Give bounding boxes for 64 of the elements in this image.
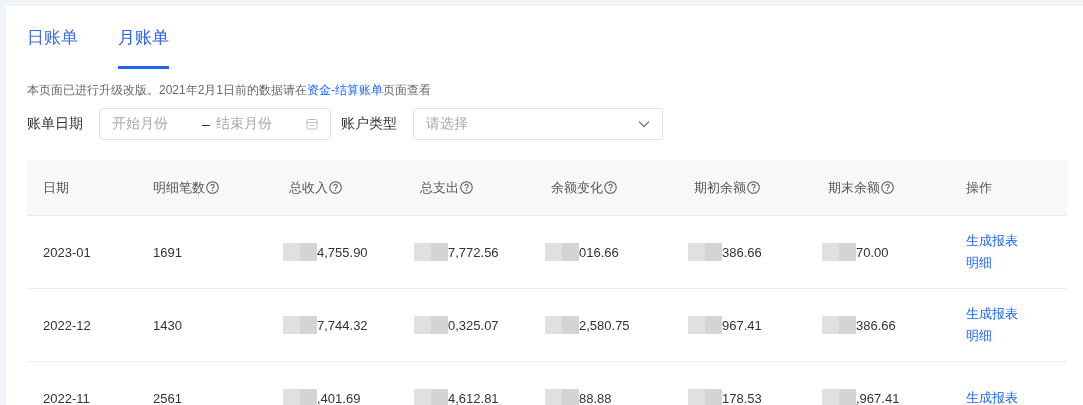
action-link[interactable]: 生成报表 bbox=[966, 387, 1018, 405]
action-link[interactable]: 明细 bbox=[966, 252, 992, 274]
table-cell: 2023-01 bbox=[43, 244, 91, 260]
link[interactable]: 资金-结算账单 bbox=[307, 83, 384, 97]
redaction-block bbox=[688, 389, 722, 405]
column-header: 总收入 bbox=[289, 178, 328, 197]
column-header: 总支出 bbox=[420, 178, 459, 197]
tab[interactable]: 日账单 bbox=[27, 26, 78, 69]
redaction-block bbox=[283, 389, 317, 405]
table-cell: 2022-11 bbox=[43, 390, 90, 405]
help-icon[interactable] bbox=[604, 181, 617, 194]
notice-text: 本页面已进行升级改版。2021年2月1日前的数据请在资金-结算账单页面查看 bbox=[27, 82, 433, 99]
redaction-block bbox=[822, 316, 856, 334]
table-cell: 2561 bbox=[153, 390, 182, 405]
redaction-block bbox=[688, 316, 722, 334]
column-header: 期初余额 bbox=[694, 178, 746, 197]
redaction-block bbox=[545, 316, 579, 334]
table-cell: 2022-12 bbox=[43, 317, 91, 333]
table-cell: 386.66 bbox=[722, 244, 762, 260]
tab[interactable]: 月账单 bbox=[118, 26, 169, 69]
chevron-down-icon bbox=[638, 120, 650, 128]
help-icon[interactable] bbox=[881, 181, 894, 194]
column-header: 期末余额 bbox=[828, 178, 880, 197]
help-icon[interactable] bbox=[329, 181, 342, 194]
table-cell: 7,744.32 bbox=[317, 317, 368, 333]
help-icon[interactable] bbox=[206, 181, 219, 194]
table-cell: ,401.69 bbox=[317, 390, 361, 405]
table-cell: 1430 bbox=[153, 317, 182, 333]
field-label: 账单日期 bbox=[27, 115, 83, 133]
action-link[interactable]: 明细 bbox=[966, 325, 992, 347]
redaction-block bbox=[414, 243, 448, 261]
redaction-block bbox=[688, 243, 722, 261]
field-label: 账户类型 bbox=[341, 115, 397, 133]
table-cell: 70.00 bbox=[856, 244, 889, 260]
redaction-block bbox=[414, 316, 448, 334]
redaction-block bbox=[545, 243, 579, 261]
help-icon[interactable] bbox=[460, 181, 473, 194]
table-cell: 967.41 bbox=[722, 317, 762, 333]
redaction-block bbox=[822, 389, 856, 405]
help-icon[interactable] bbox=[747, 181, 760, 194]
action-link[interactable]: 生成报表 bbox=[966, 230, 1018, 252]
column-header: 明细笔数 bbox=[153, 178, 205, 197]
table-cell: 016.66 bbox=[579, 244, 619, 260]
redaction-block bbox=[822, 243, 856, 261]
column-header: 操作 bbox=[966, 178, 992, 197]
action-link[interactable]: 生成报表 bbox=[966, 303, 1018, 325]
redaction-block bbox=[283, 243, 317, 261]
column-header: 日期 bbox=[43, 178, 69, 197]
date-range-field[interactable]: 开始月份 – 结束月份 bbox=[99, 108, 331, 140]
redaction-block bbox=[414, 389, 448, 405]
table-cell: ,967.41 bbox=[856, 390, 900, 405]
table-cell: 4,755.90 bbox=[317, 244, 368, 260]
table-cell: 2,580.75 bbox=[579, 317, 630, 333]
calendar-icon bbox=[306, 118, 318, 130]
redaction-block bbox=[545, 389, 579, 405]
table-cell: 4,612.81 bbox=[448, 390, 499, 405]
table-cell: 88.88 bbox=[579, 390, 612, 405]
table-cell: 178.53 bbox=[722, 390, 762, 405]
redaction-block bbox=[283, 316, 317, 334]
table-cell: 1691 bbox=[153, 244, 182, 260]
table-cell: 7,772.56 bbox=[448, 244, 499, 260]
table-cell: 386.66 bbox=[856, 317, 896, 333]
table-cell: 0,325.07 bbox=[448, 317, 499, 333]
column-header: 余额变化 bbox=[551, 178, 603, 197]
